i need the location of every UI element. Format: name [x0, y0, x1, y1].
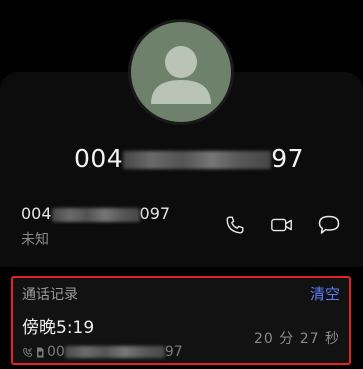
- person-silhouette-icon: [151, 46, 211, 104]
- contact-number-title: 004 97: [74, 142, 304, 176]
- call-log-entry-time[interactable]: 傍晚5:19: [22, 317, 94, 339]
- clear-call-log-button[interactable]: 清空: [310, 285, 340, 303]
- video-call-button[interactable]: [269, 213, 295, 237]
- call-log-section: 通话记录 清空 傍晚5:19 20 分 27 秒 00 97: [11, 276, 351, 365]
- call-log-number-suffix: 97: [164, 344, 183, 360]
- contact-detail-screen: 004 97 004 097 未知 通话记录 清空 傍晚5:19 20 分 27 秒: [0, 0, 363, 369]
- message-icon: [318, 215, 340, 234]
- redacted-number-blur: [123, 151, 272, 169]
- sim-card-icon: [37, 347, 44, 357]
- call-log-number-prefix: 00: [47, 344, 65, 360]
- message-button[interactable]: [316, 213, 342, 237]
- detail-number-suffix: 097: [139, 204, 171, 223]
- redacted-number-blur: [64, 346, 165, 358]
- redacted-number-blur: [51, 207, 140, 222]
- video-call-icon: [271, 218, 292, 232]
- call-log-entry-duration: 20 分 27 秒: [254, 331, 340, 347]
- contact-number-prefix: 004: [74, 144, 124, 173]
- contact-number-suffix: 97: [271, 144, 305, 173]
- incoming-call-icon: [23, 347, 32, 357]
- detail-number[interactable]: 004 097: [21, 203, 170, 225]
- detail-number-prefix: 004: [21, 204, 52, 223]
- avatar[interactable]: [128, 19, 234, 125]
- call-log-title: 通话记录: [22, 287, 78, 303]
- phone-call-button[interactable]: [222, 213, 248, 237]
- section-divider: [0, 267, 363, 275]
- call-log-entry-number: 00 97: [22, 343, 183, 361]
- number-location-label: 未知: [21, 232, 49, 248]
- phone-icon: [226, 216, 244, 234]
